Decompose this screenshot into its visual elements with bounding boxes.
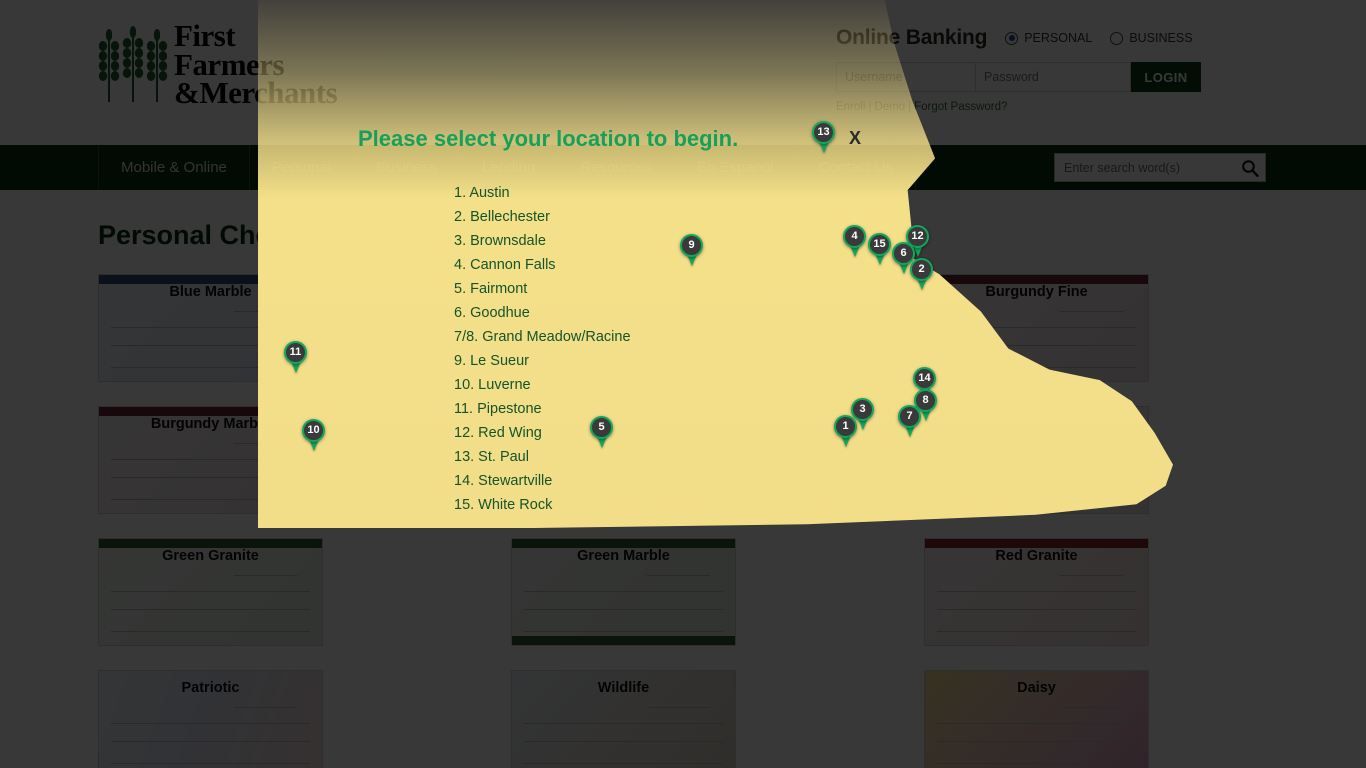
close-icon[interactable]: X: [849, 128, 861, 149]
modal-heading: Please select your location to begin.: [358, 126, 739, 151]
check-title: Green Marble: [577, 548, 670, 564]
map-pin-label: 9: [680, 234, 703, 257]
check-title: Red Granite: [995, 548, 1078, 564]
check-title: Patriotic: [181, 680, 240, 696]
check-title: Daisy: [1017, 680, 1056, 696]
location-item-brownsdale[interactable]: 3. Brownsdale: [454, 229, 631, 253]
password-input[interactable]: [976, 62, 1131, 92]
map-pin-label: 4: [843, 225, 866, 248]
map-pin-label: 13: [812, 121, 835, 144]
check-title: Green Granite: [162, 548, 259, 564]
check-card-red-granite[interactable]: Red Granite: [924, 538, 1149, 646]
radio-business-dot[interactable]: [1110, 31, 1124, 45]
map-pin-label: 11: [284, 341, 307, 364]
radio-business[interactable]: BUSINESS: [1110, 31, 1193, 45]
location-item-austin[interactable]: 1. Austin: [454, 181, 631, 205]
map-pin-1[interactable]: 1: [834, 415, 860, 449]
check-card-green-marble[interactable]: Green Marble: [511, 538, 736, 646]
map-pin-7[interactable]: 7: [898, 405, 924, 439]
location-item-le-sueur[interactable]: 9. Le Sueur: [454, 349, 631, 373]
map-pin-15[interactable]: 15: [868, 233, 894, 267]
map-pin-13[interactable]: 13: [812, 121, 838, 155]
page-root: First Farmers &Merchants Online Banking …: [0, 0, 1366, 768]
radio-personal-label: PERSONAL: [1024, 31, 1093, 45]
forgot-password-link[interactable]: Forgot Password?: [914, 101, 1007, 113]
map-pin-label: 1: [834, 415, 857, 438]
wheat-icon: [98, 22, 168, 104]
map-pin-label: 2: [910, 258, 933, 281]
login-button[interactable]: LOGIN: [1131, 62, 1201, 92]
check-card-green-granite[interactable]: Green Granite: [98, 538, 323, 646]
location-item-fairmont[interactable]: 5. Fairmont: [454, 277, 631, 301]
radio-personal[interactable]: PERSONAL: [1005, 31, 1092, 45]
location-item-bellechester[interactable]: 2. Bellechester: [454, 205, 631, 229]
location-list: 1. Austin 2. Bellechester 3. Brownsdale …: [454, 181, 631, 517]
map-pin-9[interactable]: 9: [680, 234, 706, 268]
map-pin-4[interactable]: 4: [843, 225, 869, 259]
check-card-wildlife[interactable]: Wildlife: [511, 670, 736, 768]
map-pin-label: 15: [868, 233, 891, 256]
nav-item-mobile-online[interactable]: Mobile & Online: [98, 145, 250, 190]
map-pin-label: 7: [898, 405, 921, 428]
radio-business-label: BUSINESS: [1129, 31, 1193, 45]
search-input[interactable]: [1064, 160, 1241, 175]
check-card-daisy[interactable]: Daisy: [924, 670, 1149, 768]
check-title: Wildlife: [597, 680, 650, 696]
map-pin-5[interactable]: 5: [590, 416, 616, 450]
location-item-luverne[interactable]: 10. Luverne: [454, 373, 631, 397]
map-pin-label: 10: [302, 419, 325, 442]
search-box[interactable]: [1054, 153, 1266, 182]
map-pin-2[interactable]: 2: [910, 258, 936, 292]
search-icon[interactable]: [1241, 159, 1259, 177]
map-pin-11[interactable]: 11: [284, 341, 310, 375]
map-pin-label: 14: [913, 367, 936, 390]
location-item-cannon-falls[interactable]: 4. Cannon Falls: [454, 253, 631, 277]
radio-personal-dot[interactable]: [1005, 31, 1019, 45]
location-item-stewartville[interactable]: 14. Stewartville: [454, 469, 631, 493]
map-pin-10[interactable]: 10: [302, 419, 328, 453]
location-item-goodhue[interactable]: 6. Goodhue: [454, 301, 631, 325]
location-item-grand-meadow-racine[interactable]: 7/8. Grand Meadow/Racine: [454, 325, 631, 349]
check-card-patriotic[interactable]: Patriotic: [98, 670, 323, 768]
location-item-white-rock[interactable]: 15. White Rock: [454, 493, 631, 517]
map-pin-label: 5: [590, 416, 613, 439]
